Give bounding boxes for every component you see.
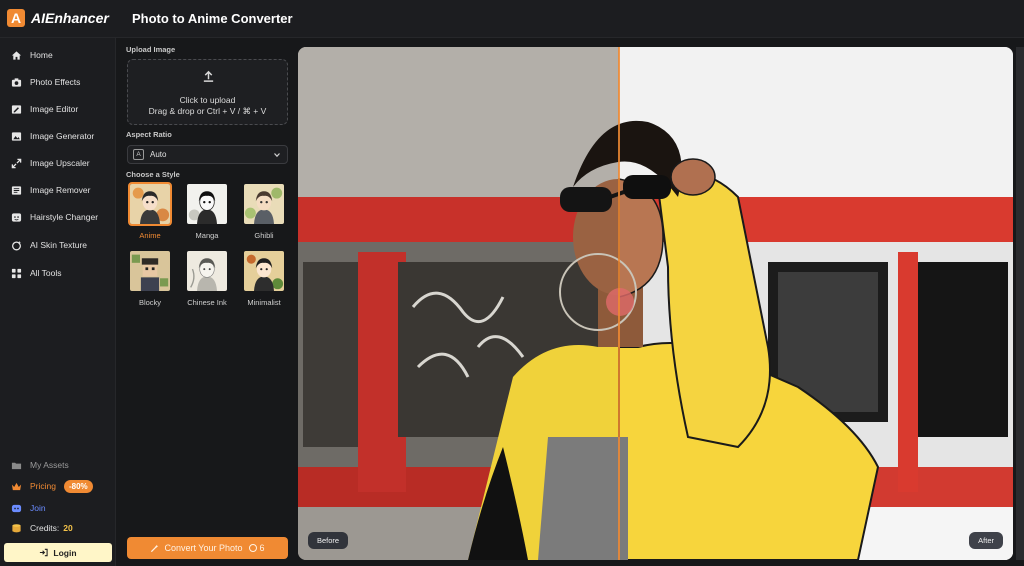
style-thumbnail	[185, 249, 229, 293]
sidebar-item-label: My Assets	[30, 460, 69, 470]
image-edit-icon	[11, 104, 22, 115]
style-thumbnail	[242, 182, 286, 226]
sidebar-item-image-upscaler[interactable]: Image Upscaler	[0, 152, 116, 174]
style-section-label: Choose a Style	[126, 170, 180, 179]
sidebar-item-join[interactable]: Join	[0, 497, 116, 519]
comparison-image	[298, 47, 1013, 560]
magic-wand-icon	[151, 544, 159, 552]
upload-dropzone[interactable]: Click to upload Drag & drop or Ctrl + V …	[127, 59, 288, 125]
image-remove-icon	[11, 185, 22, 196]
logo-mark: A	[7, 9, 25, 27]
sidebar-item-label: AI Skin Texture	[30, 240, 88, 250]
upload-hint: Drag & drop or Ctrl + V / ⌘ + V	[148, 106, 267, 116]
sidebar-item-label: All Tools	[30, 268, 62, 278]
credits-label: Credits:	[30, 523, 60, 533]
sidebar-item-image-generator[interactable]: Image Generator	[0, 125, 116, 147]
sidebar-item-label: Hairstyle Changer	[30, 212, 99, 222]
camera-icon	[11, 77, 22, 88]
chevron-down-icon	[274, 153, 280, 158]
sidebar-item-pricing[interactable]: Pricing -80%	[0, 475, 116, 497]
expand-icon	[11, 158, 22, 169]
convert-button[interactable]: Convert Your Photo 6	[127, 537, 288, 559]
top-bar: A AIEnhancer Photo to Anime Converter	[0, 0, 1024, 38]
aspect-ratio-value: Auto	[150, 150, 167, 159]
style-thumbnail	[128, 182, 172, 226]
style-name: Minimalist	[247, 298, 281, 307]
style-name: Ghibli	[254, 231, 274, 240]
sidebar-item-label: Image Editor	[30, 104, 79, 114]
style-name: Chinese Ink	[187, 298, 227, 307]
sidebar-item-label: Image Upscaler	[30, 158, 90, 168]
sidebar-item-label: Image Remover	[30, 185, 91, 195]
credits-display: Credits: 20	[0, 517, 116, 539]
sidebar-item-all-tools[interactable]: All Tools	[0, 262, 116, 284]
style-option-manga[interactable]: Manga	[185, 182, 229, 240]
sidebar-item-label: Pricing	[30, 481, 56, 491]
crown-icon	[11, 481, 22, 492]
sidebar-item-ai-skin-texture[interactable]: AI Skin Texture	[0, 234, 116, 256]
folder-icon	[11, 460, 22, 471]
face-icon	[11, 212, 22, 223]
discord-icon	[11, 503, 22, 514]
page-title: Photo to Anime Converter	[132, 11, 293, 26]
sidebar-item-label: Photo Effects	[30, 77, 81, 87]
sidebar-item-image-editor[interactable]: Image Editor	[0, 98, 116, 120]
sidebar-item-photo-effects[interactable]: Photo Effects	[0, 71, 116, 93]
app-name: AIEnhancer	[31, 10, 109, 26]
sidebar-item-image-remover[interactable]: Image Remover	[0, 179, 116, 201]
comparison-divider[interactable]	[618, 47, 620, 560]
convert-cost-value: 6	[259, 543, 265, 553]
upload-icon	[203, 70, 214, 82]
style-thumbnail	[242, 249, 286, 293]
style-thumbnail	[185, 182, 229, 226]
style-option-minimalist[interactable]: Minimalist	[242, 249, 286, 307]
sidebar-item-label: Join	[30, 503, 46, 513]
aspect-ratio-select[interactable]: A Auto	[127, 145, 288, 164]
sidebar-item-hairstyle-changer[interactable]: Hairstyle Changer	[0, 206, 116, 228]
coin-icon	[248, 544, 257, 552]
aspect-ratio-label: Aspect Ratio	[126, 130, 172, 139]
style-option-chinese-ink[interactable]: Chinese Ink	[185, 249, 229, 307]
sidebar-item-label: Image Generator	[30, 131, 95, 141]
aspect-auto-icon: A	[133, 149, 144, 160]
sparkle-icon	[11, 240, 22, 251]
sidebar-item-home[interactable]: Home	[0, 44, 116, 66]
before-after-preview[interactable]: Before After	[298, 47, 1013, 560]
style-name: Manga	[195, 231, 219, 240]
sidebar-item-label: Home	[30, 50, 53, 60]
sidebar-item-my-assets[interactable]: My Assets	[0, 454, 116, 476]
login-icon	[40, 548, 49, 557]
home-icon	[11, 50, 22, 61]
style-thumbnail	[128, 249, 172, 293]
login-label: Login	[53, 547, 77, 558]
image-generate-icon	[11, 131, 22, 142]
coins-icon	[11, 523, 22, 534]
discount-badge: -80%	[63, 479, 93, 493]
after-label: After	[969, 532, 1003, 549]
sidebar: Home Photo Effects Image Editor Image Ge…	[0, 38, 116, 566]
style-option-blocky[interactable]: Blocky	[128, 249, 172, 307]
style-option-ghibli[interactable]: Ghibli	[242, 182, 286, 240]
scrollbar-track[interactable]	[1016, 47, 1024, 560]
login-button[interactable]: Login	[4, 543, 112, 562]
upload-title: Click to upload	[179, 95, 236, 105]
style-name: Blocky	[138, 298, 162, 307]
grid-icon	[11, 268, 22, 279]
convert-cost: 6	[248, 543, 265, 553]
style-name: Anime	[139, 231, 161, 240]
tool-panel: Upload Image Click to upload Drag & drop…	[117, 38, 297, 566]
credits-value: 20	[63, 523, 73, 533]
style-option-anime[interactable]: Anime	[128, 182, 172, 240]
app-logo[interactable]: A AIEnhancer	[7, 9, 109, 27]
convert-label: Convert Your Photo	[164, 543, 243, 553]
upload-section-label: Upload Image	[126, 45, 176, 54]
before-label: Before	[308, 532, 349, 549]
